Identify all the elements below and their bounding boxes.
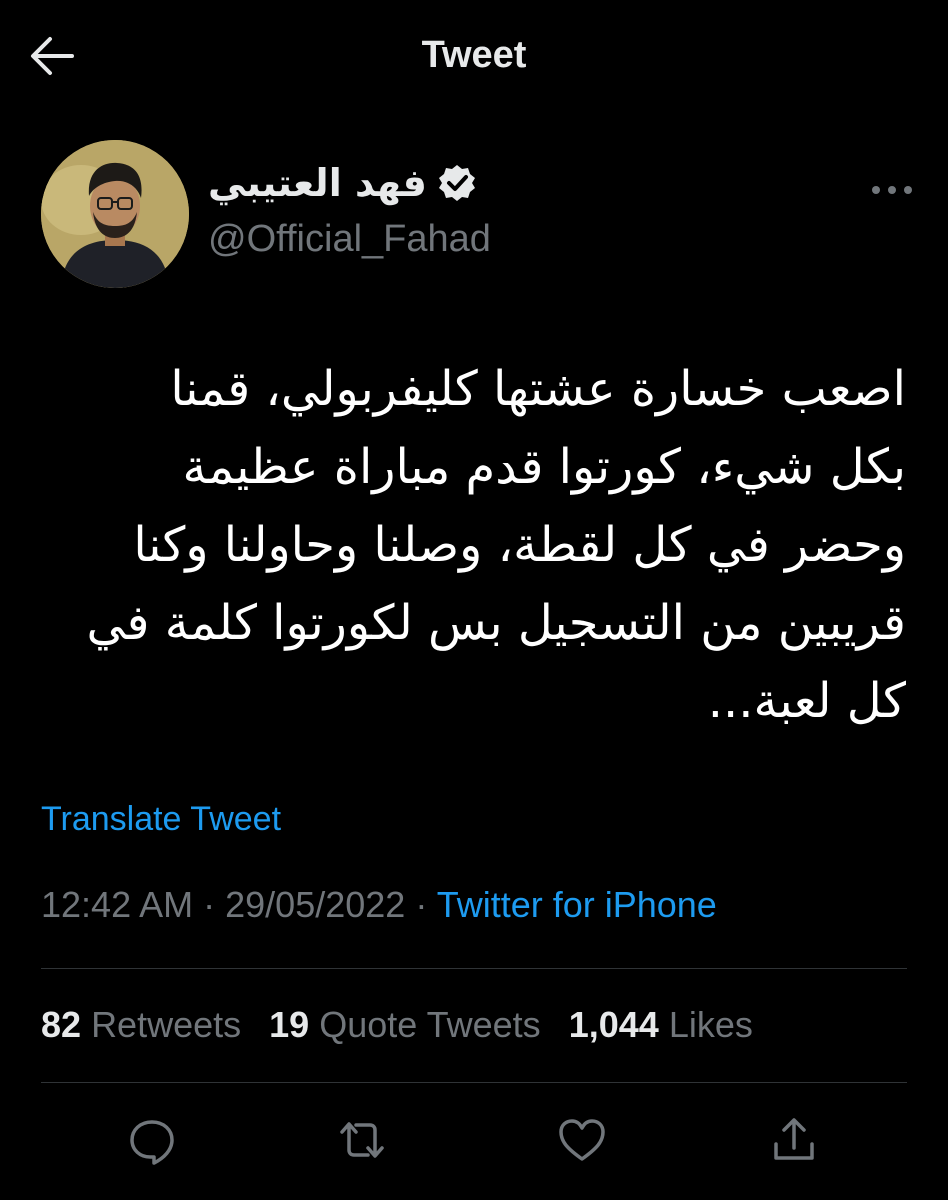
- quote-tweets-label: Quote Tweets: [319, 1004, 541, 1045]
- top-bar: Tweet: [0, 0, 948, 112]
- tweet-metadata: 12:42 AM · 29/05/2022 · Twitter for iPho…: [41, 884, 717, 926]
- likes-stat[interactable]: 1,044 Likes: [569, 1004, 753, 1045]
- page-title: Tweet: [421, 34, 527, 76]
- reply-icon: [130, 1120, 174, 1165]
- tweet-stats: 82 Retweets 19 Quote Tweets 1,044 Likes: [41, 1004, 771, 1046]
- tweet-text: اصعب خسارة عشتها كليفربولي، قمنا بكل شيء…: [86, 361, 906, 729]
- more-icon: [872, 186, 912, 194]
- tweet-author: فهد العتيبي @Official_Fahad: [208, 158, 808, 268]
- quote-tweets-stat[interactable]: 19 Quote Tweets: [269, 1004, 541, 1045]
- meta-separator: ·: [203, 884, 216, 925]
- retweets-stat[interactable]: 82 Retweets: [41, 1004, 241, 1045]
- retweet-icon: [340, 1122, 384, 1158]
- like-icon: [559, 1119, 605, 1161]
- more-options-button[interactable]: [866, 172, 918, 208]
- divider: [41, 968, 907, 969]
- retweets-count: 82: [41, 1004, 82, 1045]
- tweet-actions-bar: [0, 1112, 948, 1168]
- share-button[interactable]: [766, 1112, 822, 1168]
- author-name[interactable]: فهد العتيبي: [208, 158, 427, 208]
- verified-badge-icon: [438, 165, 475, 201]
- avatar[interactable]: [41, 140, 189, 288]
- translate-tweet-link[interactable]: Translate Tweet: [41, 800, 281, 839]
- like-button[interactable]: [554, 1112, 610, 1168]
- tweet-date: 29/05/2022: [225, 884, 406, 925]
- share-icon: [774, 1118, 814, 1160]
- tweet-time: 12:42 AM: [41, 884, 194, 925]
- retweets-label: Retweets: [91, 1004, 242, 1045]
- divider: [41, 1082, 907, 1083]
- likes-count: 1,044: [568, 1004, 659, 1045]
- reply-button[interactable]: [124, 1112, 180, 1168]
- likes-label: Likes: [668, 1004, 753, 1045]
- author-handle[interactable]: @Official_Fahad: [208, 218, 491, 261]
- meta-separator: ·: [415, 884, 428, 925]
- author-name-row: فهد العتيبي: [208, 158, 477, 208]
- retweet-button[interactable]: [334, 1112, 390, 1168]
- tweet-source-link[interactable]: Twitter for iPhone: [437, 884, 717, 925]
- quote-tweets-count: 19: [269, 1004, 310, 1045]
- profile-photo: [41, 140, 189, 288]
